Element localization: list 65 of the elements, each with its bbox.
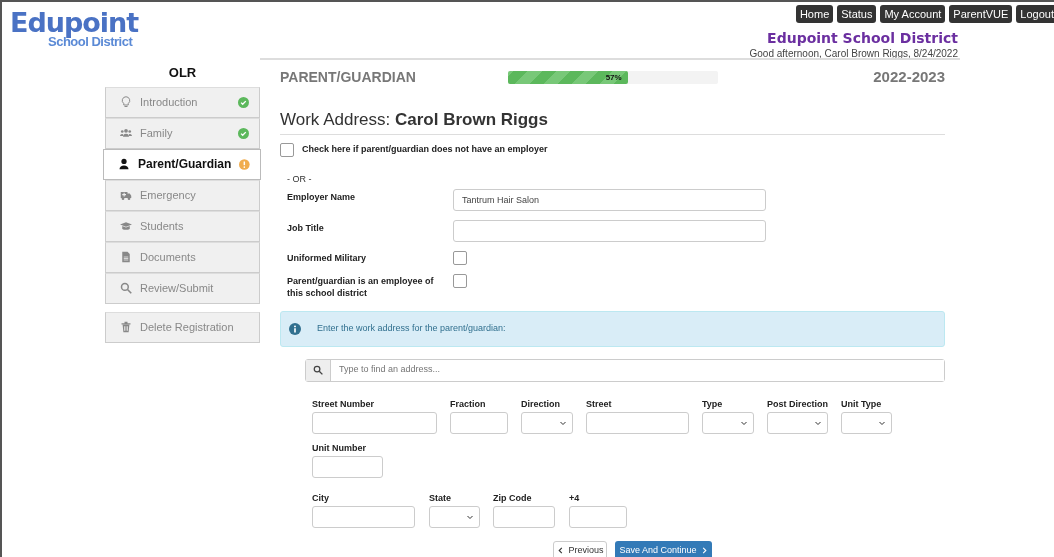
dropdown[interactable] xyxy=(841,411,892,434)
dropdown[interactable] xyxy=(702,411,754,434)
input-field[interactable] xyxy=(312,411,437,434)
input-field[interactable] xyxy=(312,505,415,528)
search-icon xyxy=(120,282,132,294)
alert-text: Enter the work address for the parent/guardian: xyxy=(317,321,506,335)
previous-button[interactable]: Previous xyxy=(553,540,608,557)
dropdown[interactable] xyxy=(521,411,573,434)
document-icon xyxy=(120,251,132,263)
checkbox-label: Check here if parent/guardian does not have an employer xyxy=(302,143,548,157)
section-title: PARENT/GUARDIAN xyxy=(280,67,417,87)
field-label: Fraction xyxy=(450,397,487,411)
field-label: Zip Code xyxy=(493,491,533,505)
search-icon xyxy=(313,365,323,375)
nav-button[interactable]: Status xyxy=(837,5,877,23)
logo-subtitle: School District xyxy=(48,36,133,48)
school-year: 2022-2023 xyxy=(873,67,945,87)
graduation-cap-icon xyxy=(120,220,132,232)
field-label: Unit Type xyxy=(841,397,883,411)
input-field[interactable] xyxy=(569,505,627,528)
checkbox[interactable] xyxy=(453,273,467,288)
field-label: Unit Number xyxy=(312,441,367,455)
nav-button[interactable]: Logout xyxy=(1016,5,1054,23)
lightbulb-icon xyxy=(120,96,132,108)
input-field[interactable] xyxy=(493,505,555,528)
input-field[interactable] xyxy=(586,411,689,434)
person-icon xyxy=(118,158,130,170)
trash-icon xyxy=(120,321,132,333)
nav-button[interactable]: My Account xyxy=(880,5,946,23)
checkbox[interactable] xyxy=(453,250,467,265)
input-field[interactable] xyxy=(312,455,383,478)
input-field[interactable] xyxy=(450,411,508,434)
field-label: Uniformed Military xyxy=(287,251,367,265)
field-label: Post Direction xyxy=(767,397,828,411)
form-heading: Work Address: Carol Brown Riggs xyxy=(280,106,945,135)
info-icon xyxy=(289,322,301,335)
logo-text: Edupoint xyxy=(10,10,139,36)
progress-bar: 57% xyxy=(508,70,628,84)
checkbox[interactable] xyxy=(280,143,294,157)
or-text: - OR - xyxy=(286,173,313,186)
ambulance-icon xyxy=(120,189,132,201)
field-label: Parent/guardian is an employee of this school district xyxy=(287,274,435,299)
chevron-left-icon xyxy=(557,545,565,555)
field-label: State xyxy=(429,491,452,505)
sidebar-item[interactable]: Parent/Guardian xyxy=(103,148,261,180)
chevron-right-icon xyxy=(700,545,708,555)
search-field[interactable]: Type to find an address... xyxy=(305,358,945,382)
field-label: Job Title xyxy=(287,221,325,235)
nav-button[interactable]: ParentVUE xyxy=(949,5,1013,23)
field-label: City xyxy=(312,491,330,505)
input-field[interactable]: Tantrum Hair Salon xyxy=(453,188,766,211)
field-label: Type xyxy=(702,397,724,411)
people-icon xyxy=(120,127,132,139)
field-label: Street xyxy=(586,397,613,411)
field-label: Street Number xyxy=(312,397,375,411)
field-label: +4 xyxy=(569,491,581,505)
field-label: Employer Name xyxy=(287,190,357,204)
save-button[interactable]: Save And Continue xyxy=(615,540,712,557)
district-name: Edupoint School District xyxy=(766,31,958,46)
sidebar-title: OLR xyxy=(167,64,198,82)
input-field[interactable] xyxy=(453,219,766,242)
field-label: Direction xyxy=(521,397,561,411)
nav-button[interactable]: Home xyxy=(795,5,834,23)
dropdown[interactable] xyxy=(429,505,480,528)
dropdown[interactable] xyxy=(767,411,828,434)
